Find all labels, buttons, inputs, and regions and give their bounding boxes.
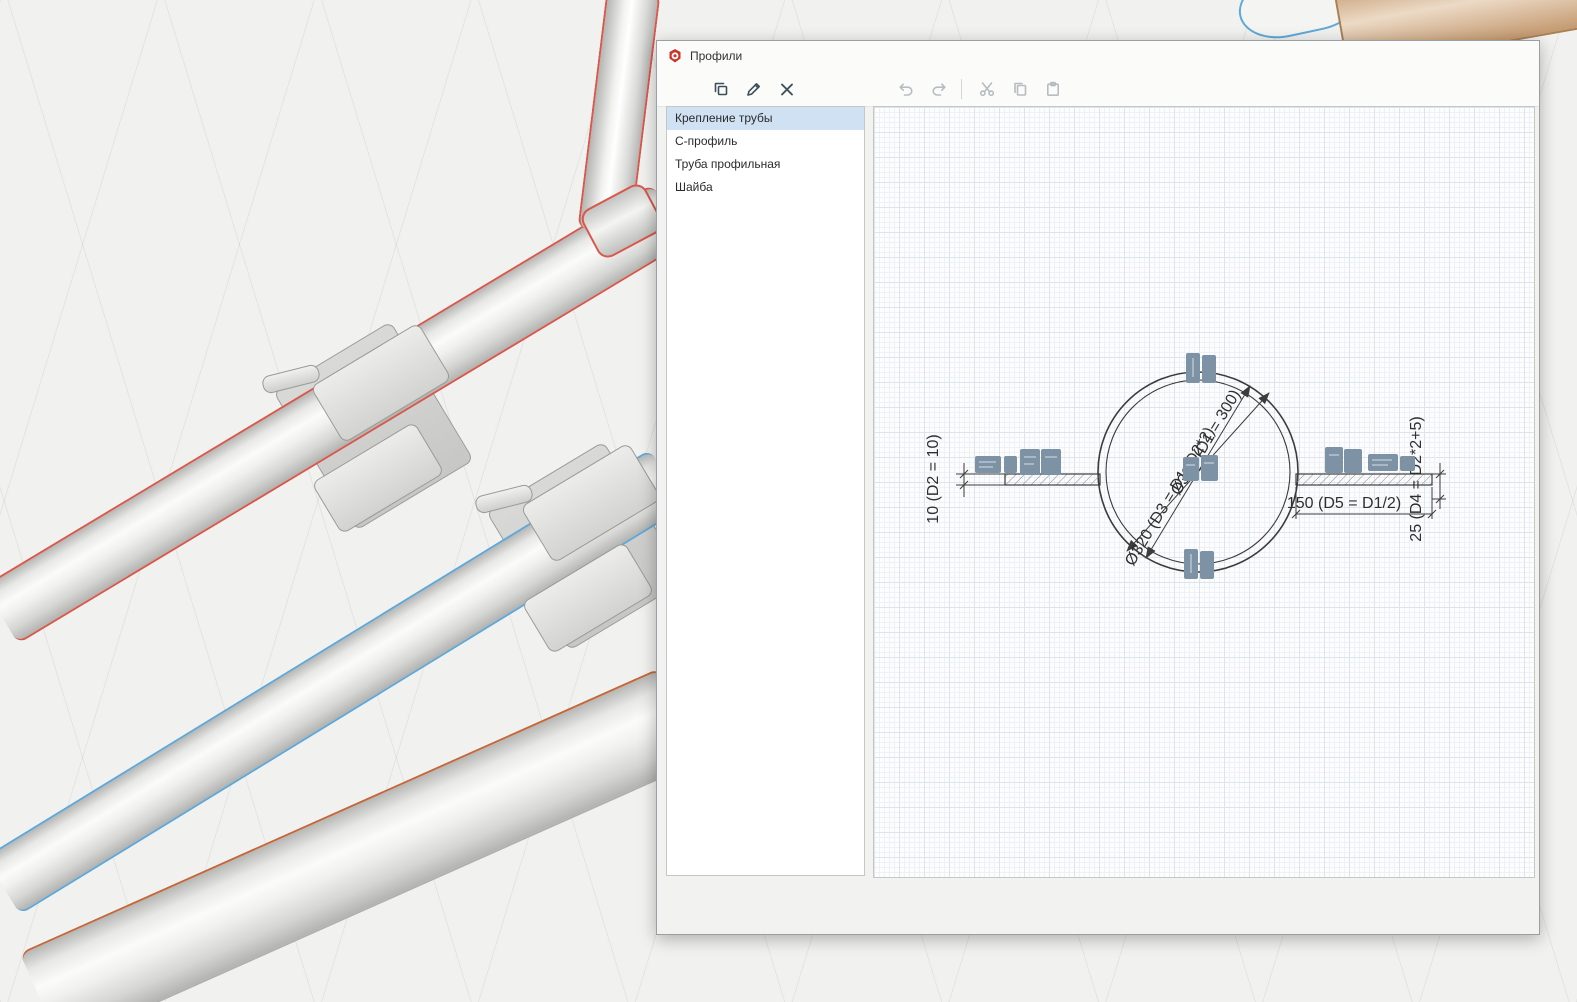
profile-list-item[interactable]: Крепление трубы (667, 107, 864, 130)
profile-editor-canvas[interactable]: 10 (D2 = 10) Ø300 (D1 = 300) Ø320 (D3 = … (873, 106, 1535, 878)
duplicate-profile-button[interactable] (706, 75, 736, 103)
dimension-chip[interactable] (1004, 456, 1017, 473)
dialog-titlebar[interactable]: Профили (657, 41, 1539, 71)
copy-button[interactable] (1005, 75, 1035, 103)
add-profile-button[interactable] (673, 75, 703, 103)
dimension-chip[interactable] (1344, 449, 1362, 473)
dialog-title: Профили (690, 49, 743, 63)
dimension-d2-text[interactable]: 10 (D2 = 10) (925, 434, 942, 523)
profile-list-item[interactable]: Шайба (667, 176, 864, 199)
dimension-edit-chips (975, 353, 1415, 579)
dimension-d4-graphics (1432, 463, 1446, 509)
dimension-d4-text[interactable]: 25 (D4 = D2*2+5) (1408, 416, 1425, 541)
profile-list[interactable]: Крепление трубы С-профиль Труба профильн… (666, 106, 865, 876)
edit-profile-button[interactable] (739, 75, 769, 103)
profiles-dialog: Профили Крепление трубы С-профиль Труба … (656, 40, 1540, 935)
toolbar (657, 71, 1539, 107)
dimension-chip[interactable] (1201, 455, 1218, 481)
dimension-chip[interactable] (1325, 447, 1343, 473)
profile-list-item[interactable]: С-профиль (667, 130, 864, 153)
profile-geometry[interactable] (1004, 371, 1433, 573)
dimension-chip[interactable] (1041, 449, 1061, 475)
dimension-d3-text[interactable]: Ø320 (D3 = D1+D2*2) (1122, 424, 1218, 568)
dimension-chip[interactable] (1200, 551, 1214, 579)
toolbar-separator (961, 78, 962, 99)
left-flange[interactable] (1004, 473, 1101, 486)
cut-button[interactable] (972, 75, 1002, 103)
dimension-chip[interactable] (975, 456, 1001, 473)
dimension-chip[interactable] (1183, 457, 1199, 481)
redo-button[interactable] (924, 75, 954, 103)
dimension-chip[interactable] (1186, 353, 1200, 383)
dimension-chip[interactable] (1400, 456, 1415, 471)
profile-list-item[interactable]: Труба профильная (667, 153, 864, 176)
undo-button[interactable] (891, 75, 921, 103)
dimension-chip[interactable] (1020, 449, 1040, 475)
delete-profile-button[interactable] (772, 75, 802, 103)
dimension-chip[interactable] (1368, 454, 1398, 471)
app-icon (667, 48, 683, 64)
dimension-d5-text[interactable]: 150 (D5 = D1/2) (1287, 495, 1401, 512)
application-window: Профили Крепление трубы С-профиль Труба … (0, 0, 1577, 1002)
dimension-chip[interactable] (1184, 549, 1198, 579)
paste-button[interactable] (1038, 75, 1068, 103)
dimension-chip[interactable] (1202, 355, 1216, 383)
